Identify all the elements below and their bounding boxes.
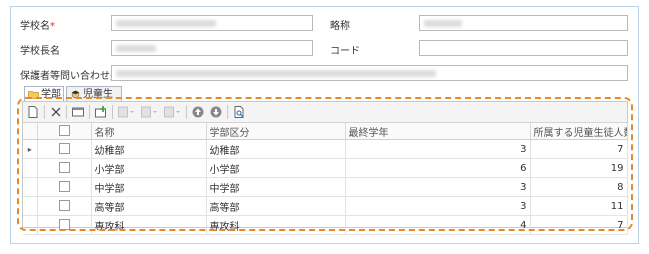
cell-student-count[interactable]: 8 (530, 177, 628, 197)
row-checkbox[interactable] (37, 215, 92, 235)
departments-table: 名称 学部区分 最終学年 所属する児童生徒人数 ▸ 幼稚部 幼稚部 3 7 小学… (23, 123, 628, 235)
row-indicator (23, 196, 38, 216)
code-label: コード (330, 46, 360, 57)
row-indicator-header (23, 123, 38, 140)
cell-final-grade[interactable]: 4 (345, 215, 531, 235)
abbrev-label: 略称 (330, 21, 350, 32)
departments-grid-panel: 名称 学部区分 最終学年 所属する児童生徒人数 ▸ 幼稚部 幼稚部 3 7 小学… (22, 101, 628, 235)
row-checkbox[interactable] (37, 139, 92, 159)
school-name-input[interactable] (111, 15, 313, 31)
row-indicator: ▸ (23, 139, 38, 159)
cell-final-grade[interactable]: 3 (345, 196, 531, 216)
paste-dropdown-icon[interactable] (163, 105, 181, 119)
row-indicator (23, 215, 38, 235)
cell-division[interactable]: 専攻科 (206, 215, 346, 235)
table-row[interactable]: 高等部 高等部 3 11 (23, 196, 628, 216)
preview-icon[interactable] (232, 105, 246, 119)
tab-departments[interactable]: 学部 (24, 86, 64, 102)
row-indicator (23, 177, 38, 197)
delete-icon[interactable] (49, 105, 63, 119)
cell-student-count[interactable]: 11 (530, 196, 628, 216)
cell-name[interactable]: 高等部 (91, 196, 207, 216)
cell-final-grade[interactable]: 6 (345, 158, 531, 178)
principal-label: 学校長名 (20, 46, 60, 57)
cell-division[interactable]: 高等部 (206, 196, 346, 216)
cell-name[interactable]: 幼稚部 (91, 139, 207, 159)
window-icon[interactable] (71, 105, 85, 119)
copy-dropdown-icon[interactable] (140, 105, 158, 119)
row-checkbox[interactable] (37, 158, 92, 178)
new-icon[interactable] (26, 105, 40, 119)
row-checkbox[interactable] (37, 177, 92, 197)
column-header-student-count[interactable]: 所属する児童生徒人数 (530, 123, 628, 140)
cell-final-grade[interactable]: 3 (345, 177, 531, 197)
cell-division[interactable]: 小学部 (206, 158, 346, 178)
column-header-final-grade[interactable]: 最終学年 (345, 123, 531, 140)
move-up-icon[interactable] (191, 105, 205, 119)
select-all-checkbox[interactable] (37, 123, 92, 140)
tab-students[interactable]: 児童生徒 (66, 86, 122, 115)
cell-name[interactable]: 専攻科 (91, 215, 207, 235)
cell-student-count[interactable]: 19 (530, 158, 628, 178)
cell-division[interactable]: 中学部 (206, 177, 346, 197)
cell-name[interactable]: 小学部 (91, 158, 207, 178)
code-input[interactable] (419, 40, 628, 56)
table-header-row: 名称 学部区分 最終学年 所属する児童生徒人数 (23, 123, 628, 140)
table-row[interactable]: 専攻科 専攻科 4 7 (23, 215, 628, 235)
add-row-icon[interactable] (94, 105, 108, 119)
school-name-label: 学校名* (20, 21, 55, 32)
folder-icon (28, 91, 39, 99)
cell-division[interactable]: 幼稚部 (206, 139, 346, 159)
guardian-contact-input[interactable] (111, 65, 628, 81)
cell-student-count[interactable]: 7 (530, 215, 628, 235)
table-row[interactable]: ▸ 幼稚部 幼稚部 3 7 (23, 139, 628, 159)
move-down-icon[interactable] (209, 105, 223, 119)
principal-input[interactable] (111, 40, 313, 56)
required-mark: * (50, 21, 55, 32)
column-header-division[interactable]: 学部区分 (206, 123, 346, 140)
row-indicator (23, 158, 38, 178)
cell-name[interactable]: 中学部 (91, 177, 207, 197)
guardian-contact-label: 保護者等問い合わせ先 (20, 71, 120, 82)
student-icon (71, 90, 80, 99)
cell-final-grade[interactable]: 3 (345, 139, 531, 159)
grid-toolbar (23, 102, 627, 123)
move-dropdown-icon[interactable] (117, 105, 135, 119)
table-row[interactable]: 小学部 小学部 6 19 (23, 158, 628, 178)
cell-student-count[interactable]: 7 (530, 139, 628, 159)
abbrev-input[interactable] (419, 15, 628, 31)
row-checkbox[interactable] (37, 196, 92, 216)
table-row[interactable]: 中学部 中学部 3 8 (23, 177, 628, 197)
column-header-name[interactable]: 名称 (91, 123, 207, 140)
